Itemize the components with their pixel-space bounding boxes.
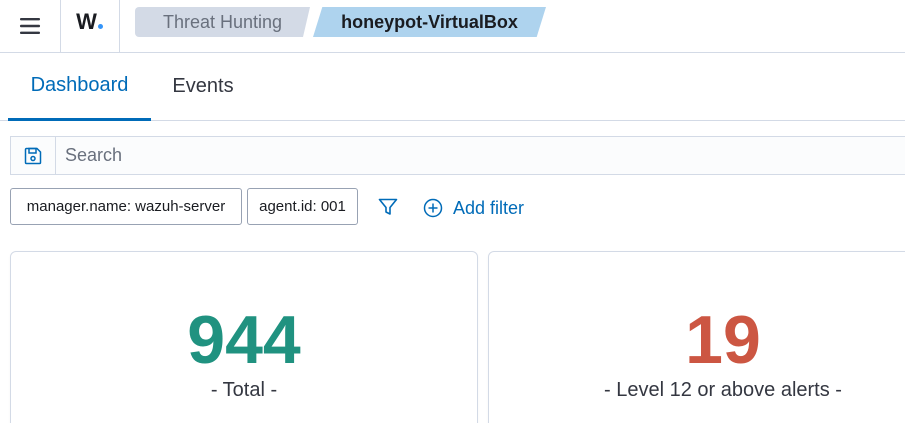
filter-pill-manager-name[interactable]: manager.name: wazuh-server <box>10 188 242 225</box>
wazuh-logo: W <box>76 9 103 35</box>
search-bar <box>10 136 905 175</box>
hamburger-menu-icon <box>20 18 40 34</box>
breadcrumb-label: Threat Hunting <box>162 11 283 32</box>
breadcrumb-label: honeypot-VirtualBox <box>341 11 518 32</box>
save-icon <box>24 147 42 164</box>
filter-pill-agent-id[interactable]: agent.id: 001 <box>247 188 358 225</box>
tab-bar: Dashboard Events <box>0 53 905 121</box>
add-filter-button[interactable]: Add filter <box>423 196 524 220</box>
top-header: W Threat Hunting honeypot-VirtualBox <box>0 0 905 53</box>
menu-button[interactable] <box>0 0 61 52</box>
add-filter-label: Add filter <box>453 197 525 218</box>
saved-queries-button[interactable] <box>11 137 56 174</box>
stat-card-level12: 19 - Level 12 or above alerts - <box>488 251 905 423</box>
stat-label-total: - Total - <box>210 379 278 401</box>
search-input[interactable] <box>65 137 865 174</box>
stat-value-level12[interactable]: 19 <box>489 304 905 376</box>
stat-card-total: 944 - Total - <box>10 251 478 423</box>
filter-label: agent.id: 001 <box>259 198 346 215</box>
wazuh-page: W Threat Hunting honeypot-VirtualBox Das… <box>0 0 905 423</box>
breadcrumb-agent[interactable]: honeypot-VirtualBox <box>313 7 546 37</box>
filter-label: manager.name: wazuh-server <box>26 198 226 215</box>
breadcrumb-threat-hunting[interactable]: Threat Hunting <box>135 7 310 37</box>
tab-label: Dashboard <box>30 74 129 96</box>
stat-label-level12: - Level 12 or above alerts - <box>604 379 842 401</box>
stat-value-total[interactable]: 944 <box>11 304 477 376</box>
tab-label: Events <box>172 75 234 97</box>
plus-circle-icon <box>423 198 443 218</box>
tab-dashboard[interactable]: Dashboard <box>8 53 151 121</box>
logo-dot <box>97 24 103 29</box>
tab-events[interactable]: Events <box>151 53 255 120</box>
filter-icon[interactable] <box>377 196 399 218</box>
logo-link[interactable]: W <box>60 0 120 52</box>
